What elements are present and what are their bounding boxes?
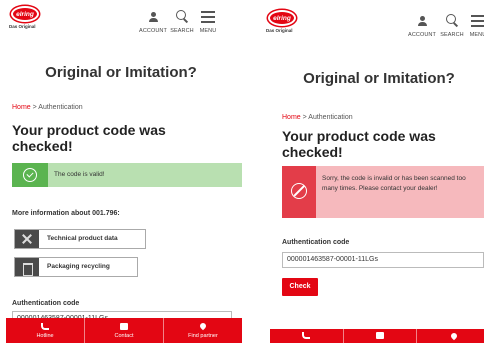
account-icon: [417, 14, 427, 28]
technical-product-data-button[interactable]: Technical product data: [14, 229, 146, 249]
account-label: ACCOUNT: [139, 28, 167, 34]
bottom-action-bar: [270, 329, 484, 343]
phone-valid-result: elring Das Original ACCOUNT SEARCH MENU …: [0, 0, 242, 343]
logo-oval: elring: [268, 10, 296, 26]
technical-product-data-label: Technical product data: [47, 235, 118, 242]
phone-invalid-result: elring Das Original ACCOUNT SEARCH MENU …: [264, 4, 484, 343]
auth-code-field[interactable]: 000001463587-00001-11LGs: [282, 252, 484, 268]
site-header: elring Das Original ACCOUNT SEARCH MENU: [264, 4, 484, 50]
check-circle-icon: [12, 163, 48, 187]
menu-button[interactable]: MENU: [462, 14, 484, 38]
breadcrumb-current: Authentication: [38, 104, 83, 111]
logo-tagline: Das Original: [9, 24, 36, 29]
location-pin-icon: [198, 321, 208, 331]
find-partner-label: Find partner: [188, 333, 218, 339]
error-alert: Sorry, the code is invalid or has been s…: [282, 166, 484, 218]
find-partner-tab[interactable]: Find partner: [164, 318, 242, 343]
logo-oval: elring: [11, 6, 39, 22]
contact-tab[interactable]: Contact: [85, 318, 164, 343]
breadcrumb-home-link[interactable]: Home: [12, 104, 31, 111]
menu-label: MENU: [469, 32, 484, 38]
hotline-tab[interactable]: Hotline: [6, 318, 85, 343]
page-title: Original or Imitation?: [45, 64, 197, 81]
packaging-recycling-button[interactable]: Packaging recycling: [14, 257, 138, 277]
check-button[interactable]: Check: [282, 278, 318, 296]
menu-label: MENU: [199, 28, 217, 34]
contact-tab[interactable]: [344, 329, 418, 343]
recycling-icon: [15, 258, 39, 276]
location-pin-icon: [449, 331, 458, 341]
search-icon: [175, 10, 189, 24]
more-info-heading: More information about 001.796:: [12, 210, 120, 217]
account-button[interactable]: ACCOUNT: [137, 10, 169, 34]
prohibited-icon: [282, 166, 316, 218]
search-icon: [445, 14, 459, 28]
logo-tagline: Das Original: [266, 28, 293, 33]
auth-code-label: Authentication code: [282, 239, 350, 246]
elring-logo[interactable]: elring Das Original: [9, 6, 41, 30]
site-header: elring Das Original ACCOUNT SEARCH MENU: [0, 0, 242, 46]
logo-text: elring: [16, 11, 34, 18]
packaging-recycling-label: Packaging recycling: [47, 263, 110, 270]
error-message: Sorry, the code is invalid or has been s…: [322, 175, 466, 192]
bottom-action-bar: Hotline Contact Find partner: [6, 318, 242, 343]
account-icon: [148, 10, 158, 24]
chat-icon: [376, 332, 384, 339]
phone-icon: [41, 323, 49, 330]
result-heading: Your product code was checked!: [282, 128, 436, 160]
breadcrumb-home-link[interactable]: Home: [282, 114, 301, 121]
menu-button[interactable]: MENU: [192, 10, 224, 34]
screenshot-stage: elring Das Original ACCOUNT SEARCH MENU …: [0, 0, 484, 343]
hotline-label: Hotline: [36, 333, 54, 339]
auth-code-label: Authentication code: [12, 300, 80, 307]
menu-icon: [471, 14, 484, 28]
account-button[interactable]: ACCOUNT: [406, 14, 438, 38]
menu-icon: [201, 10, 215, 24]
breadcrumb: Home > Authentication: [282, 114, 353, 121]
find-partner-tab[interactable]: [417, 329, 484, 343]
chat-icon: [120, 323, 128, 330]
result-heading: Your product code was checked!: [12, 122, 166, 154]
success-alert: The code is valid!: [12, 163, 242, 187]
contact-label: Contact: [114, 333, 134, 339]
breadcrumb: Home > Authentication: [12, 104, 83, 111]
elring-logo[interactable]: elring Das Original: [266, 10, 298, 34]
phone-icon: [302, 332, 311, 339]
wrench-icon: [15, 230, 39, 248]
hotline-tab[interactable]: [270, 329, 344, 343]
account-label: ACCOUNT: [408, 32, 436, 38]
logo-text: elring: [273, 15, 291, 22]
success-message: The code is valid!: [54, 171, 105, 178]
breadcrumb-current: Authentication: [308, 114, 353, 121]
page-title: Original or Imitation?: [303, 70, 455, 87]
